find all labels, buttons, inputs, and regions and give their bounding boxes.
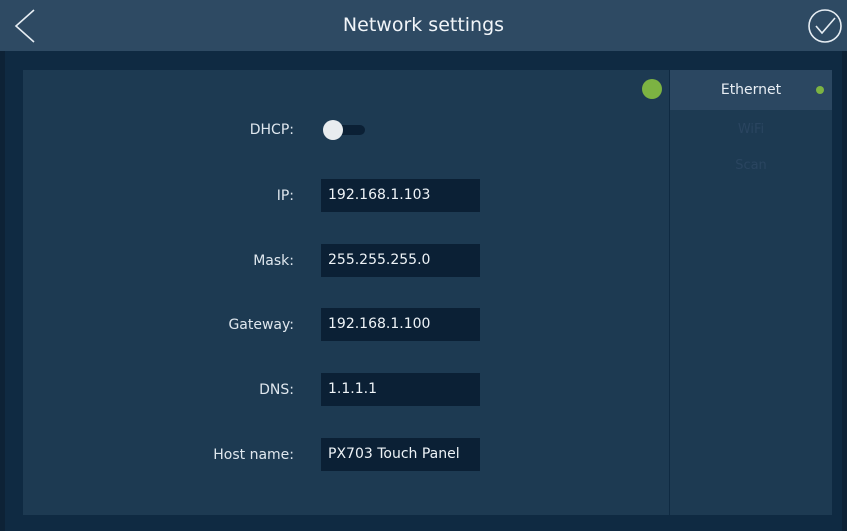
ip-label: IP: — [276, 188, 294, 204]
tab-scan[interactable]: Scan — [670, 156, 832, 176]
tab-ethernet-label: Ethernet — [720, 82, 782, 98]
dns-field[interactable]: 1.1.1.1 — [321, 373, 480, 406]
mask-field[interactable]: 255.255.255.0 — [321, 244, 480, 277]
confirm-button[interactable] — [807, 8, 843, 44]
tab-wifi-label: WiFi — [737, 122, 765, 137]
mask-label: Mask: — [253, 253, 294, 269]
dns-label: DNS: — [259, 382, 294, 398]
ip-field[interactable]: 192.168.1.103 — [321, 179, 480, 212]
toggle-knob — [323, 120, 343, 140]
header-bar — [0, 0, 847, 51]
gateway-label: Gateway: — [228, 317, 294, 333]
hostname-label: Host name: — [213, 447, 294, 463]
check-circle-icon — [808, 9, 842, 43]
hostname-field[interactable]: PX703 Touch Panel — [321, 438, 480, 471]
dhcp-label: DHCP: — [249, 122, 294, 138]
sidebar: Ethernet WiFi Scan — [670, 70, 832, 515]
connection-status-indicator — [642, 79, 662, 99]
back-button[interactable] — [6, 6, 46, 46]
tab-wifi[interactable]: WiFi — [670, 120, 832, 140]
dhcp-toggle[interactable] — [323, 120, 365, 140]
gateway-field[interactable]: 192.168.1.100 — [321, 308, 480, 341]
chevron-left-icon — [14, 9, 35, 43]
tab-scan-label: Scan — [735, 158, 767, 173]
ethernet-active-indicator — [816, 86, 824, 94]
tab-ethernet[interactable]: Ethernet — [670, 70, 832, 110]
